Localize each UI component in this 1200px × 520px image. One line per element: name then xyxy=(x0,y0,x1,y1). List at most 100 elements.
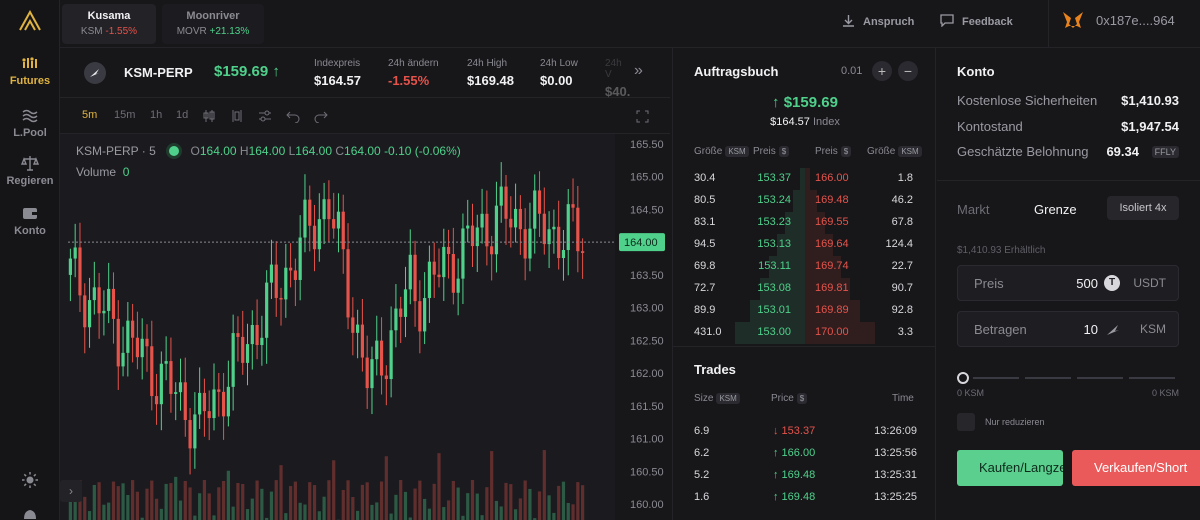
nav-govern[interactable]: Regieren xyxy=(0,154,60,187)
volume-bar xyxy=(207,493,211,520)
reduce-only-checkbox[interactable] xyxy=(957,413,975,431)
trade-price: ↓ 153.37 xyxy=(773,425,816,437)
candle-down xyxy=(289,267,293,271)
buy-long-button[interactable]: Kaufen/Langzeit xyxy=(957,450,1063,486)
orderbook-row[interactable]: 89.9 153.01 169.89 92.8 xyxy=(673,300,937,322)
volume-bar xyxy=(97,482,101,520)
trades-header-time: Time xyxy=(892,393,914,404)
bell-icon[interactable] xyxy=(21,505,39,520)
app-logo[interactable] xyxy=(18,10,42,32)
candle-down xyxy=(78,247,82,296)
candle-down xyxy=(379,340,384,376)
chart-scroll-left-button[interactable]: › xyxy=(60,480,82,502)
bid-size: 69.8 xyxy=(694,260,716,272)
left-nav: Futures L.Pool Regieren Konto xyxy=(0,0,60,520)
bid-size: 89.9 xyxy=(694,304,716,316)
volume-legend: Volume 0 xyxy=(76,165,129,179)
price-input[interactable]: 500 xyxy=(1076,276,1098,291)
volume-bar xyxy=(413,488,417,520)
sell-short-button[interactable]: Verkaufen/Short xyxy=(1072,450,1200,486)
price-field[interactable]: Preis 500 T USDT xyxy=(957,265,1179,301)
candle-up xyxy=(178,382,183,393)
orderbook-row[interactable]: 431.0 153.00 170.00 3.3 xyxy=(673,322,937,344)
candle-up xyxy=(92,287,96,301)
ob-header-ask-size: Größe KSM xyxy=(867,146,922,157)
market-change: -1.55% xyxy=(105,26,138,37)
stat-24h-high: 24h High $169.48 xyxy=(467,58,514,88)
fullscreen-icon[interactable] xyxy=(636,110,649,123)
timeframe-1h[interactable]: 1h xyxy=(150,109,162,121)
orderbook-row[interactable]: 83.1 153.23 169.55 67.8 xyxy=(673,212,937,234)
slider-handle[interactable] xyxy=(957,372,969,384)
price-chart[interactable]: 165.50 165.00 164.50 164.00 163.50 163.00 162.… xyxy=(60,134,670,520)
orderbook-row[interactable]: 30.4 153.37 166.00 1.8 xyxy=(673,168,937,190)
candle-up xyxy=(284,267,288,300)
volume-bar xyxy=(274,480,278,520)
unit-badge: $ xyxy=(796,393,808,404)
tick-size[interactable]: 0.01 xyxy=(841,65,862,77)
nav-lpool[interactable]: L.Pool xyxy=(0,106,60,139)
zoom-in-button[interactable]: + xyxy=(872,61,892,81)
volume-bar xyxy=(370,504,374,520)
volume-bar xyxy=(456,487,460,520)
redo-icon[interactable] xyxy=(314,109,328,123)
orderbook-row[interactable]: 72.7 153.08 169.81 90.7 xyxy=(673,278,937,300)
header-text: Preis xyxy=(815,146,838,157)
market-tab-kusama[interactable]: Kusama KSM -1.55% xyxy=(62,4,156,44)
chart-plot-area xyxy=(60,134,615,520)
candles-icon[interactable] xyxy=(202,109,216,123)
timeframe-15m[interactable]: 15m xyxy=(114,109,135,121)
volume-bar xyxy=(346,480,350,520)
tab-market[interactable]: Markt xyxy=(957,202,990,217)
feedback-button[interactable]: Feedback xyxy=(940,14,1013,28)
tab-limit[interactable]: Grenze xyxy=(1034,202,1077,217)
candle-down xyxy=(183,382,187,421)
volume-bar xyxy=(418,480,422,520)
nav-account[interactable]: Konto xyxy=(0,204,60,237)
volume-bar xyxy=(154,498,159,520)
y-tick-label: 160.00 xyxy=(630,499,664,511)
y-tick-label: 165.00 xyxy=(630,172,664,184)
nav-futures[interactable]: Futures xyxy=(0,54,60,87)
theme-sun-icon[interactable] xyxy=(21,471,39,489)
market-symbol: MOVR xyxy=(176,26,207,37)
orderbook-row[interactable]: 80.5 153.24 169.48 46.2 xyxy=(673,190,937,212)
market-tab-moonriver[interactable]: Moonriver MOVR +21.13% xyxy=(162,4,264,44)
market-name: Kusama xyxy=(87,10,131,22)
volume-bar xyxy=(581,485,585,520)
wallet-button[interactable]: 0x187e....964 xyxy=(1062,10,1175,30)
amount-slider[interactable] xyxy=(957,371,1179,385)
last-price: $159.69 ↑ xyxy=(214,63,280,80)
candle-down xyxy=(308,199,312,226)
bid-size: 30.4 xyxy=(694,172,716,184)
nav-lpool-label: L.Pool xyxy=(13,127,47,139)
candlestick-chart[interactable]: 165.50 165.00 164.50 164.00 163.50 163.00 162.… xyxy=(60,134,670,520)
timeframe-5m[interactable]: 5m xyxy=(82,109,97,121)
undo-icon[interactable] xyxy=(286,109,300,123)
volume-bar xyxy=(217,487,221,520)
volume-bar xyxy=(389,513,393,520)
amount-label: Betragen xyxy=(974,322,1027,337)
candle-down xyxy=(418,301,422,332)
zoom-out-button[interactable]: − xyxy=(898,61,918,81)
orderbook-row[interactable]: 69.8 153.11 169.74 22.7 xyxy=(673,256,937,278)
ob-header-ask-price: Preis $ xyxy=(815,146,852,157)
settings-sliders-icon[interactable] xyxy=(258,109,272,123)
candle-down xyxy=(490,246,494,255)
timeframe-1d[interactable]: 1d xyxy=(176,109,188,121)
scroll-right-icon[interactable]: » xyxy=(634,62,643,80)
last-price-value: $159.69 xyxy=(214,63,269,80)
amount-field[interactable]: Betragen 10 KSM xyxy=(957,311,1179,347)
claim-button[interactable]: Anspruch xyxy=(842,14,914,28)
volume-bar xyxy=(494,500,499,520)
volume-bar xyxy=(552,512,556,520)
margin-mode-button[interactable]: Isoliert 4x xyxy=(1107,196,1179,220)
volume-bar xyxy=(461,515,465,520)
indicators-icon[interactable] xyxy=(230,109,244,123)
orderbook-row[interactable]: 94.5 153.13 169.64 124.4 xyxy=(673,234,937,256)
trade-size: 6.9 xyxy=(694,425,710,437)
amount-input[interactable]: 10 xyxy=(1084,322,1098,337)
volume-bar xyxy=(183,480,187,520)
volume-bar xyxy=(542,450,546,520)
candle-down xyxy=(576,207,580,252)
